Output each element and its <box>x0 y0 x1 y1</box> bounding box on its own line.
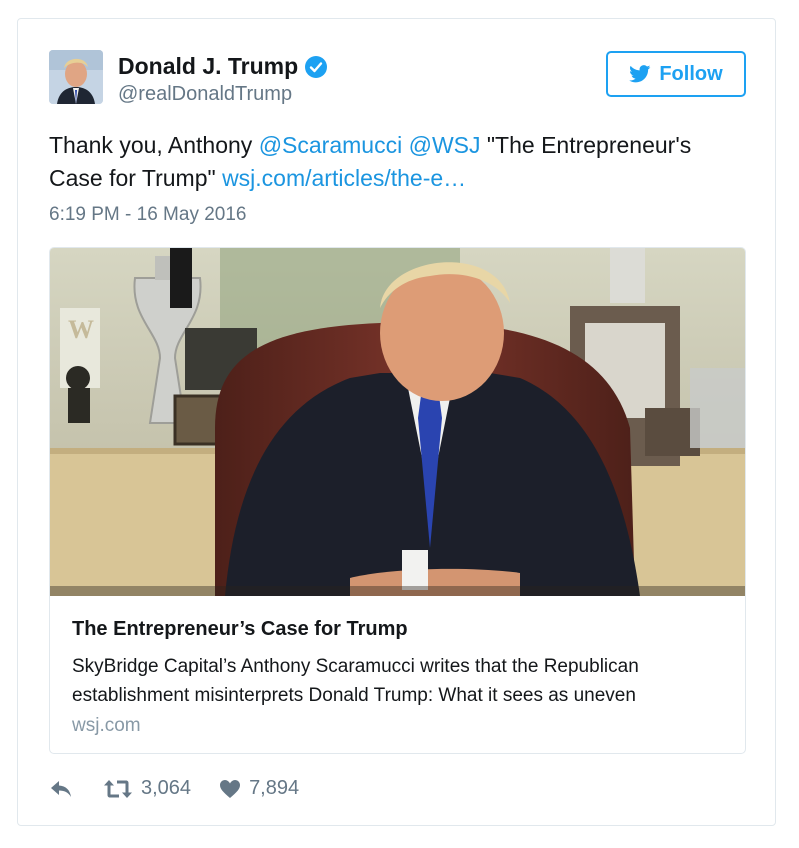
tweet-text-prefix: Thank you, Anthony <box>49 132 259 158</box>
retweet-count: 3,064 <box>141 777 192 799</box>
mention-scaramucci[interactable]: @Scaramucci <box>259 132 403 158</box>
card-title[interactable]: The Entrepreneur’s Case for Trump <box>72 618 408 641</box>
reply-icon <box>51 780 71 797</box>
card-description: SkyBridge Capital’s Anthony Scaramucci w… <box>72 656 639 706</box>
reply-button[interactable] <box>49 779 73 799</box>
verified-badge-icon <box>305 55 328 78</box>
card-image[interactable]: W <box>50 248 745 596</box>
tweet-actions: 3,064 7,894 <box>49 777 299 800</box>
like-button[interactable]: 7,894 <box>219 777 299 800</box>
retweet-button[interactable]: 3,064 <box>103 777 191 800</box>
retweet-icon <box>104 779 132 798</box>
author-name-text[interactable]: Donald J. Trump <box>118 53 298 80</box>
author-name[interactable]: Donald J. Trump <box>118 53 328 80</box>
link-card[interactable]: W The Entrepreneur’s Case for Trump SkyB… <box>49 247 746 754</box>
tweet-text: Thank you, Anthony @Scaramucci @WSJ "The… <box>49 129 749 195</box>
tweet-link[interactable]: wsj.com/articles/the-e… <box>222 165 466 191</box>
mention-wsj[interactable]: @WSJ <box>409 132 481 158</box>
twitter-bird-icon <box>629 65 651 83</box>
timestamp[interactable]: 6:19 PM - 16 May 2016 <box>49 204 247 226</box>
avatar-image <box>49 50 103 104</box>
follow-label[interactable]: Follow <box>659 63 722 86</box>
heart-icon <box>220 779 241 798</box>
svg-text:W: W <box>68 315 94 344</box>
tweet-card: Donald J. Trump @realDonaldTrump Follow … <box>17 18 776 826</box>
avatar[interactable] <box>49 50 103 104</box>
follow-button[interactable]: Follow <box>606 51 746 97</box>
author-handle[interactable]: @realDonaldTrump <box>118 83 292 106</box>
card-domain: wsj.com <box>72 715 141 736</box>
like-count: 7,894 <box>249 777 300 799</box>
